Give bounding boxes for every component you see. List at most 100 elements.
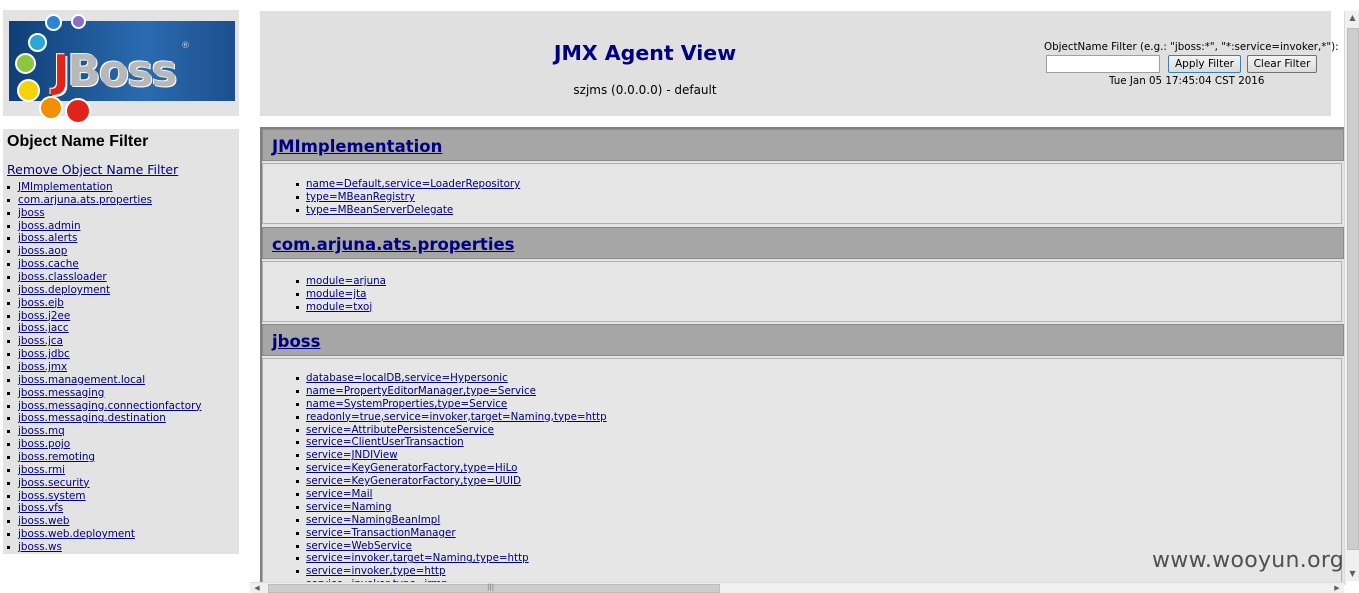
- mbean-link[interactable]: service=AttributePersistenceService: [306, 424, 494, 436]
- domain-list-item: jboss.cache: [7, 258, 202, 271]
- logo-wordmark: JBoss: [53, 47, 178, 97]
- mbean-link[interactable]: module=txoj: [306, 301, 372, 313]
- scroll-up-icon[interactable]: ▲: [1345, 11, 1359, 25]
- mbean-link[interactable]: service=KeyGeneratorFactory,type=UUID: [306, 475, 521, 487]
- mbean-link[interactable]: service=Mail: [306, 488, 372, 500]
- mbean-link[interactable]: service=invoker,type=http: [306, 565, 446, 577]
- domain-list-item: JMImplementation: [7, 181, 202, 194]
- domain-filter-link[interactable]: jboss.j2ee: [18, 310, 70, 322]
- mbean-link[interactable]: service=Naming: [306, 501, 391, 513]
- domain-filter-link[interactable]: jboss.jdbc: [18, 348, 70, 360]
- domain-filter-link[interactable]: jboss.ejb: [18, 297, 64, 309]
- domain-filter-link[interactable]: jboss.admin: [18, 220, 81, 232]
- domain-filter-link[interactable]: jboss.messaging.connectionfactory: [18, 400, 202, 412]
- domain-list-item: jboss.classloader: [7, 271, 202, 284]
- domain-header: com.arjuna.ats.properties: [262, 227, 1344, 259]
- domain-filter-link[interactable]: jboss.web.deployment: [18, 528, 135, 540]
- mbean-list-item: service=NamingBeanImpl: [296, 514, 1341, 527]
- domain-link[interactable]: JMImplementation: [272, 137, 442, 156]
- mbean-list-item: service=KeyGeneratorFactory,type=UUID: [296, 475, 1341, 488]
- mbean-list-item: type=MBeanServerDelegate: [296, 204, 1341, 217]
- mbean-list-item: service=KeyGeneratorFactory,type=HiLo: [296, 462, 1341, 475]
- domain-filter-link[interactable]: jboss.classloader: [18, 271, 107, 283]
- mbean-link[interactable]: name=Default,service=LoaderRepository: [306, 178, 520, 190]
- domain-filter-link[interactable]: jboss.ws: [18, 541, 62, 553]
- logo-dot: [45, 14, 62, 31]
- scroll-down-icon[interactable]: ▼: [1345, 567, 1359, 581]
- mbean-list: module=arjuna module=jta module=txoj: [262, 261, 1342, 322]
- vertical-scrollbar[interactable]: ▲ ▼: [1344, 11, 1359, 581]
- mbean-link[interactable]: readonly=true,service=invoker,target=Nam…: [306, 411, 607, 423]
- mbean-list-item: module=arjuna: [296, 275, 1341, 288]
- domain-filter-link[interactable]: jboss.pojo: [18, 438, 70, 450]
- horizontal-scrollbar[interactable]: ◀ ||| ▶: [250, 582, 1344, 593]
- domain-filter-link[interactable]: jboss.deployment: [18, 284, 110, 296]
- domain-link[interactable]: jboss: [272, 332, 320, 351]
- clear-filter-button[interactable]: Clear Filter: [1247, 55, 1317, 73]
- mbean-link[interactable]: name=PropertyEditorManager,type=Service: [306, 385, 536, 397]
- mbean-link[interactable]: database=localDB,service=Hypersonic: [306, 372, 508, 384]
- remove-filter-link[interactable]: Remove Object Name Filter: [7, 162, 178, 177]
- mbean-link[interactable]: name=SystemProperties,type=Service: [306, 398, 507, 410]
- mbean-link[interactable]: service=WebService: [306, 540, 412, 552]
- domain-list-item: jboss: [7, 207, 202, 220]
- domain-filter-link[interactable]: jboss.alerts: [18, 232, 77, 244]
- domain-filter-link[interactable]: jboss.jmx: [18, 361, 67, 373]
- domain-filter-link[interactable]: jboss.remoting: [18, 451, 95, 463]
- domain-list-item: jboss.messaging: [7, 387, 202, 400]
- logo-dot: [39, 96, 63, 120]
- mbean-link[interactable]: type=MBeanRegistry: [306, 191, 415, 203]
- domain-filter-link[interactable]: jboss.aop: [18, 245, 67, 257]
- domain-list-item: jboss.jca: [7, 335, 202, 348]
- mbean-list-item: service=AttributePersistenceService: [296, 424, 1341, 437]
- domain-list-item: com.arjuna.ats.properties: [7, 194, 202, 207]
- domain-filter-link[interactable]: jboss.rmi: [18, 464, 65, 476]
- domain-filter-link[interactable]: jboss.web: [18, 515, 69, 527]
- domain-filter-link[interactable]: jboss.messaging.destination: [18, 412, 166, 424]
- timestamp: Tue Jan 05 17:45:04 CST 2016: [1109, 75, 1265, 87]
- domain-filter-link[interactable]: jboss.cache: [18, 258, 79, 270]
- jboss-logo: JBoss ®: [9, 14, 235, 124]
- apply-filter-button[interactable]: Apply Filter: [1168, 55, 1241, 73]
- mbean-link[interactable]: service=invoker,target=Naming,type=http: [306, 552, 529, 564]
- mbean-link[interactable]: module=arjuna: [306, 275, 386, 287]
- domain-filter-link[interactable]: jboss.security: [18, 477, 89, 489]
- domain-filter-link[interactable]: JMImplementation: [18, 181, 113, 193]
- mbean-link[interactable]: service=NamingBeanImpl: [306, 514, 440, 526]
- domain-list-item: jboss.management.local: [7, 374, 202, 387]
- domain-list-item: jboss.jacc: [7, 322, 202, 335]
- domain-filter-link[interactable]: jboss.jacc: [18, 322, 69, 334]
- logo-dot: [65, 98, 91, 124]
- vertical-scroll-thumb[interactable]: [1347, 28, 1359, 550]
- mbean-link[interactable]: service=TransactionManager: [306, 527, 456, 539]
- mbean-link[interactable]: service=JNDIView: [306, 449, 398, 461]
- domain-filter-link[interactable]: jboss.system: [18, 490, 86, 502]
- domain-filter-link[interactable]: jboss.jca: [18, 335, 63, 347]
- domain-list-item: jboss.deployment: [7, 284, 202, 297]
- mbean-link[interactable]: service=ClientUserTransaction: [306, 436, 464, 448]
- mbean-list-item: readonly=true,service=invoker,target=Nam…: [296, 411, 1341, 424]
- domain-filter-link[interactable]: com.arjuna.ats.properties: [18, 194, 152, 206]
- mbean-link[interactable]: module=jta: [306, 288, 366, 300]
- domain-link[interactable]: com.arjuna.ats.properties: [272, 235, 515, 254]
- logo-dot: [17, 79, 40, 102]
- objectname-filter-input[interactable]: [1046, 55, 1160, 73]
- domain-list-item: jboss.remoting: [7, 451, 202, 464]
- domain-filter-link[interactable]: jboss: [18, 207, 45, 219]
- domain-filter-link[interactable]: jboss.mq: [18, 425, 65, 437]
- mbean-link[interactable]: service=KeyGeneratorFactory,type=HiLo: [306, 462, 517, 474]
- domain-list-item: jboss.messaging.destination: [7, 412, 202, 425]
- domain-filter-link[interactable]: jboss.vfs: [18, 502, 63, 514]
- logo-dot: [71, 14, 86, 29]
- domain-filter-link[interactable]: jboss.management.local: [18, 374, 145, 386]
- filter-panel-title: Object Name Filter: [7, 133, 149, 150]
- mbean-link[interactable]: type=MBeanServerDelegate: [306, 204, 453, 216]
- domain-filter-link[interactable]: jboss.messaging: [18, 387, 104, 399]
- domain-list-item: jboss.jmx: [7, 361, 202, 374]
- registered-mark: ®: [181, 41, 190, 51]
- server-info: szjms (0.0.0.0) - default: [573, 83, 717, 97]
- mbean-list-item: name=SystemProperties,type=Service: [296, 398, 1341, 411]
- mbean-list-item: module=jta: [296, 288, 1341, 301]
- page-title: JMX Agent View: [553, 41, 737, 65]
- mbean-list-item: type=MBeanRegistry: [296, 191, 1341, 204]
